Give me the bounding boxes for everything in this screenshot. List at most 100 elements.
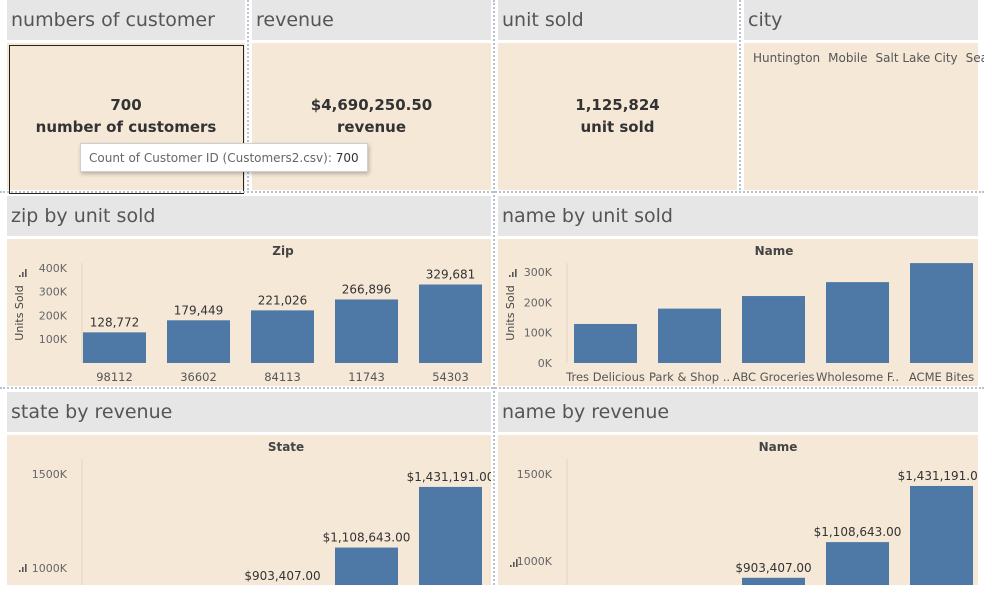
category-label: 84113: [264, 370, 301, 384]
chart-header: State: [268, 440, 304, 454]
category-label: Park & Shop ..: [649, 370, 730, 384]
units-label: unit sold: [580, 118, 655, 136]
zip-units-panel: zip by unit sold Zip 100K 200K 300K 400K Unit…: [7, 196, 491, 386]
city-list: Huntington Mobile Salt Lake City Seattle: [753, 50, 984, 67]
category-label: 36602: [180, 370, 217, 384]
tooltip-value: 700: [335, 151, 359, 165]
row-separator: [0, 191, 984, 193]
customers-title: numbers of customer: [7, 0, 245, 40]
category-label: 98112: [96, 370, 133, 384]
zip-units-title: zip by unit sold: [7, 196, 491, 236]
name-revenue-panel: name by revenue Name 1000K 1500K $903,407.0…: [498, 392, 984, 585]
bar: [335, 299, 398, 363]
zip-units-body: Zip 100K 200K 300K 400K Units Sold 128,772 179,…: [7, 239, 491, 386]
units-body[interactable]: 1,125,824 unit sold: [498, 43, 737, 190]
name-units-title: name by unit sold: [498, 196, 978, 236]
category-label: 11743: [348, 370, 385, 384]
bar-value-label: 221,026: [258, 293, 308, 307]
axis-bars-icon[interactable]: [19, 564, 27, 572]
y-tick-label: 1500K: [32, 468, 68, 481]
bar: [574, 323, 637, 363]
chart-header: Name: [759, 440, 798, 454]
category-label: Wholesome F..: [816, 370, 899, 384]
y-tick-label: 200K: [524, 296, 553, 309]
chart-header: Zip: [272, 244, 294, 258]
bar-value-label: 266,896: [342, 282, 392, 296]
axis-bars-icon[interactable]: [510, 559, 518, 567]
city-body: Huntington Mobile Salt Lake City Seattle: [744, 43, 984, 190]
y-tick-label: 300K: [524, 266, 553, 279]
y-tick-label: 1000K: [517, 555, 553, 568]
name-units-panel: name by unit sold Name 0K 100K 200K 300K Unit…: [498, 196, 978, 386]
units-panel: unit sold 1,125,824 unit sold: [498, 0, 737, 190]
tooltip-label: Count of Customer ID (Customers2.csv):: [89, 151, 332, 165]
y-tick-label: 1500K: [517, 468, 553, 481]
customers-label: number of customers: [35, 118, 217, 136]
revenue-value: $4,690,250.50: [310, 96, 433, 114]
bar: [826, 282, 889, 363]
units-value: 1,125,824: [575, 96, 660, 114]
state-revenue-chart: State 1000K 1500K $903,407.00 $1,108,643.00 $…: [19, 440, 494, 585]
state-revenue-panel: state by revenue State 1000K 1500K $903,407…: [7, 392, 494, 585]
city-panel: city Huntington Mobile Salt Lake City Seatt…: [744, 0, 984, 190]
y-tick-label: 300K: [39, 286, 68, 299]
y-tick-label: 100K: [39, 333, 68, 346]
category-label: 54303: [432, 370, 469, 384]
bar: [167, 320, 230, 363]
bar-value-label: $1,108,643.00: [323, 531, 411, 545]
state-revenue-body: State 1000K 1500K $903,407.00 $1,108,643.00 $…: [7, 435, 494, 585]
bar: [742, 296, 805, 363]
name-revenue-body: Name 1000K 1500K $903,407.00 $1,108,643.00 $1…: [498, 435, 984, 585]
y-tick-label: 100K: [524, 327, 553, 340]
column-separator: [739, 0, 741, 190]
name-units-body: Name 0K 100K 200K 300K Units Sold Tres Delicio…: [498, 239, 978, 386]
column-separator: [493, 0, 495, 585]
axis-bars-icon[interactable]: [19, 269, 27, 277]
city-item[interactable]: Salt Lake City: [876, 51, 958, 65]
bar: [910, 263, 973, 363]
y-tick-label: 1000K: [32, 562, 68, 575]
bar-value-label: $1,431,191.00: [898, 469, 978, 483]
bar: [658, 308, 721, 363]
bar-value-label: $1,431,191.00: [407, 470, 491, 484]
revenue-title: revenue: [252, 0, 491, 40]
category-label: Tres Delicious: [565, 370, 645, 384]
customers-value: 700: [110, 96, 142, 114]
y-tick-label: 0K: [538, 357, 553, 370]
tooltip: Count of Customer ID (Customers2.csv): 7…: [80, 143, 368, 172]
bar: [742, 577, 805, 585]
bar-value-label: $1,108,643.00: [814, 525, 902, 539]
bar: [826, 542, 889, 585]
city-item[interactable]: Seattle: [966, 51, 984, 65]
bar: [335, 547, 398, 585]
name-revenue-title: name by revenue: [498, 392, 978, 432]
units-title: unit sold: [498, 0, 737, 40]
bar-value-label: $903,407.00: [244, 569, 320, 583]
category-label: ACME Bites: [909, 370, 974, 384]
chart-header: Name: [755, 244, 794, 258]
y-tick-label: 200K: [39, 309, 68, 322]
bar: [419, 486, 482, 585]
category-label: ABC Groceries: [732, 370, 814, 384]
bar-value-label: $903,407.00: [735, 561, 811, 575]
city-item[interactable]: Huntington: [753, 51, 820, 65]
bar: [910, 485, 973, 585]
y-axis-label: Units Sold: [13, 285, 26, 340]
city-title: city: [744, 0, 978, 40]
bar-value-label: 329,681: [426, 268, 476, 282]
bar: [419, 284, 482, 363]
zip-units-chart: Zip 100K 200K 300K 400K Units Sold 128,772 179,…: [13, 244, 482, 384]
axis-bars-icon[interactable]: [509, 269, 517, 277]
y-tick-label: 400K: [39, 262, 68, 275]
y-axis-label: Units Sold: [504, 285, 517, 340]
bar: [251, 310, 314, 363]
city-item[interactable]: Mobile: [828, 51, 867, 65]
revenue-label: revenue: [336, 118, 407, 136]
row-separator: [0, 387, 984, 389]
name-units-chart: Name 0K 100K 200K 300K Units Sold Tres Delicio…: [504, 244, 974, 384]
name-revenue-chart: Name 1000K 1500K $903,407.00 $1,108,643.00 $1…: [510, 440, 984, 585]
bar: [83, 332, 146, 363]
state-revenue-title: state by revenue: [7, 392, 491, 432]
bar-value-label: 128,772: [90, 315, 140, 329]
bar-value-label: 179,449: [174, 303, 224, 317]
